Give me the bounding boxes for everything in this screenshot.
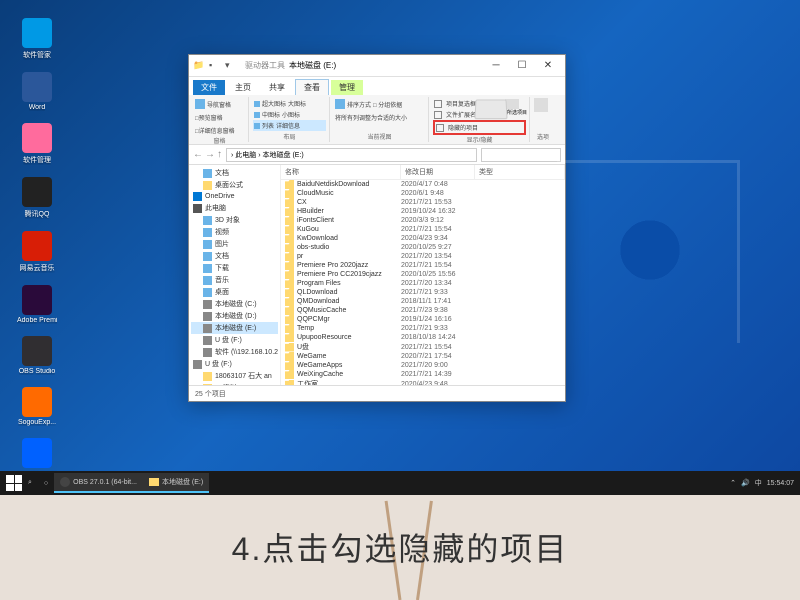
taskbar-explorer[interactable]: 本地磁盘 (E:) xyxy=(143,473,209,493)
layout-option[interactable]: 中图标 小图标 xyxy=(253,109,326,120)
tab-manage[interactable]: 管理 xyxy=(331,80,363,95)
sort-button[interactable]: 排序方式 □ 分组依据 xyxy=(334,98,425,110)
file-row[interactable]: CX2021/7/21 15:53 xyxy=(281,198,565,207)
ribbon-tabs: 文件 主页 共享 查看 管理 xyxy=(189,77,565,95)
address-bar: ← → ↑ › 此电脑 › 本地磁盘 (E:) xyxy=(189,145,565,165)
file-explorer-window: 📁 ▪ ▾ 驱动器工具 本地磁盘 (E:) ─ ☐ ✕ 文件 主页 共享 查看 … xyxy=(188,54,566,402)
status-bar: 25 个项目 xyxy=(189,385,565,401)
file-row[interactable]: QQMusicCache2021/7/23 9:38 xyxy=(281,306,565,315)
qat-btn[interactable]: ▾ xyxy=(225,60,237,72)
titlebar: 📁 ▪ ▾ 驱动器工具 本地磁盘 (E:) ─ ☐ ✕ xyxy=(189,55,565,77)
system-tray[interactable]: ⌃ 🔊 中 15:54:07 xyxy=(730,478,794,488)
file-row[interactable]: KwDownload2020/4/23 9:34 xyxy=(281,234,565,243)
taskbar-obs[interactable]: OBS 27.0.1 (64-bit... xyxy=(54,473,143,493)
sidebar-item[interactable]: U 盘 (F:) xyxy=(191,334,278,346)
window-title: 本地磁盘 (E:) xyxy=(289,60,336,71)
up-button[interactable]: ↑ xyxy=(217,149,222,160)
sidebar-item[interactable]: 桌面公式 xyxy=(191,179,278,191)
sidebar-item[interactable]: 本地磁盘 (E:) xyxy=(191,322,278,334)
desktop-icon[interactable]: 腾讯QQ xyxy=(18,177,56,219)
start-button[interactable] xyxy=(6,475,22,491)
desktop-icon[interactable]: SogouExp... xyxy=(18,387,56,426)
sidebar-item[interactable]: 3D 对象 xyxy=(191,214,278,226)
close-button[interactable]: ✕ xyxy=(535,57,561,75)
search-icon[interactable]: ⌕ xyxy=(22,473,38,493)
layout-option[interactable]: 超大图标 大图标 xyxy=(253,98,326,109)
file-row[interactable]: QQPCMgr2019/1/24 16:16 xyxy=(281,315,565,324)
file-row[interactable]: CloudMusic2020/6/1 9:48 xyxy=(281,189,565,198)
sidebar-item[interactable]: 文档 xyxy=(191,167,278,179)
file-row[interactable]: BaiduNetdiskDownload2020/4/17 0:48 xyxy=(281,180,565,189)
maximize-button[interactable]: ☐ xyxy=(509,57,535,75)
qat-btn[interactable]: ▪ xyxy=(209,60,221,72)
search-input[interactable] xyxy=(481,148,561,162)
sidebar-item[interactable]: 下载 xyxy=(191,262,278,274)
sidebar-item[interactable]: 图片 xyxy=(191,238,278,250)
minimize-button[interactable]: ─ xyxy=(483,57,509,75)
file-row[interactable]: iFontsClient2020/3/3 9:12 xyxy=(281,216,565,225)
layout-option[interactable]: 列表 详细信息 xyxy=(253,120,326,131)
folder-icon: 📁 xyxy=(193,60,205,72)
desktop-icon[interactable]: Word xyxy=(18,72,56,111)
file-row[interactable]: Program Files2021/7/20 13:34 xyxy=(281,279,565,288)
sidebar-item[interactable]: U 盘 (F:) xyxy=(191,358,278,370)
sidebar-item[interactable]: 音乐 xyxy=(191,274,278,286)
autosize-button[interactable]: 将所有列调整为合适的大小 xyxy=(334,112,425,123)
tray-icon[interactable]: 中 xyxy=(755,478,762,488)
file-list: 名称 修改日期 类型 BaiduNetdiskDownload2020/4/17… xyxy=(281,165,565,385)
sidebar-item[interactable]: 本地磁盘 (D:) xyxy=(191,310,278,322)
tab-home[interactable]: 主页 xyxy=(227,80,259,95)
hidden-items-check[interactable]: 隐藏的项目 xyxy=(433,120,526,135)
sidebar-item[interactable]: 此电脑 xyxy=(191,202,278,214)
sidebar-item[interactable]: 18063107 石大 an xyxy=(191,370,278,382)
file-row[interactable]: U盘2021/7/21 15:54 xyxy=(281,342,565,352)
file-row[interactable]: Premiere Pro CC2019cjazz2020/10/25 15:56 xyxy=(281,270,565,279)
details-pane-check[interactable]: □详细信息窗格 xyxy=(194,125,236,136)
column-headers[interactable]: 名称 修改日期 类型 xyxy=(281,165,565,180)
sidebar-item[interactable]: 本地磁盘 (C:) xyxy=(191,298,278,310)
nav-sidebar: 文档桌面公式OneDrive此电脑3D 对象视频图片文档下载音乐桌面本地磁盘 (… xyxy=(189,165,281,385)
desktop-icon[interactable]: 软件管家 xyxy=(18,18,56,60)
file-row[interactable]: Temp2021/7/21 9:33 xyxy=(281,324,565,333)
video-subtitle: 4.点击勾选隐藏的项目 xyxy=(0,524,800,570)
nav-pane-button[interactable]: 导航窗格 xyxy=(194,98,232,110)
taskbar: ⌕ ○ OBS 27.0.1 (64-bit... 本地磁盘 (E:) ⌃ 🔊 … xyxy=(0,471,800,495)
forward-button[interactable]: → xyxy=(205,149,215,160)
file-row[interactable]: WeGameApps2021/7/20 9:00 xyxy=(281,361,565,370)
tab-share[interactable]: 共享 xyxy=(261,80,293,95)
file-row[interactable]: Premiere Pro 2020jazz2021/7/21 15:54 xyxy=(281,261,565,270)
desktop-icon[interactable]: 软件管理 xyxy=(18,123,56,165)
tray-icon[interactable]: 🔊 xyxy=(741,479,750,487)
back-button[interactable]: ← xyxy=(193,149,203,160)
sidebar-item[interactable]: 软件 (\\192.168.10.2... xyxy=(191,346,278,358)
ribbon: 导航窗格 □预览窗格 □详细信息窗格 窗格 超大图标 大图标 中图标 小图标 列… xyxy=(189,95,565,145)
file-row[interactable]: WeiXingCache2021/7/21 14:39 xyxy=(281,370,565,379)
options-button[interactable] xyxy=(534,98,548,112)
drive-preview-icon xyxy=(474,99,507,119)
file-row[interactable]: pr2021/7/20 13:54 xyxy=(281,252,565,261)
file-row[interactable]: KuGou2021/7/21 15:54 xyxy=(281,225,565,234)
desktop-icon[interactable]: Adobe Premie... xyxy=(18,285,56,324)
preview-pane-check[interactable]: □预览窗格 xyxy=(194,112,224,123)
tab-file[interactable]: 文件 xyxy=(193,80,225,95)
sidebar-item[interactable]: 文档 xyxy=(191,250,278,262)
hide-selected-button[interactable] xyxy=(505,99,519,109)
tab-view[interactable]: 查看 xyxy=(295,79,329,95)
file-row[interactable]: WeGame2020/7/21 17:54 xyxy=(281,352,565,361)
sidebar-item[interactable]: OneDrive xyxy=(191,191,278,202)
file-row[interactable]: UpupooResource2018/10/18 14:24 xyxy=(281,333,565,342)
cortana-icon[interactable]: ○ xyxy=(38,473,54,493)
sidebar-item[interactable]: 视频 xyxy=(191,226,278,238)
desktop-icon[interactable]: 网易云音乐 xyxy=(18,231,56,273)
file-row[interactable]: obs-studio2020/10/25 9:27 xyxy=(281,243,565,252)
file-row[interactable]: QLDownload2021/7/21 9:33 xyxy=(281,288,565,297)
tool-tab-label: 驱动器工具 xyxy=(245,60,285,71)
desktop-icon[interactable]: OBS Studio xyxy=(18,336,56,375)
breadcrumb[interactable]: › 此电脑 › 本地磁盘 (E:) xyxy=(226,148,477,162)
clock[interactable]: 15:54:07 xyxy=(767,480,794,487)
file-row[interactable]: QMDownload2018/11/1 17:41 xyxy=(281,297,565,306)
tray-icon[interactable]: ⌃ xyxy=(730,479,736,487)
file-row[interactable]: HBuilder2019/10/24 16:32 xyxy=(281,207,565,216)
sidebar-item[interactable]: 桌面 xyxy=(191,286,278,298)
